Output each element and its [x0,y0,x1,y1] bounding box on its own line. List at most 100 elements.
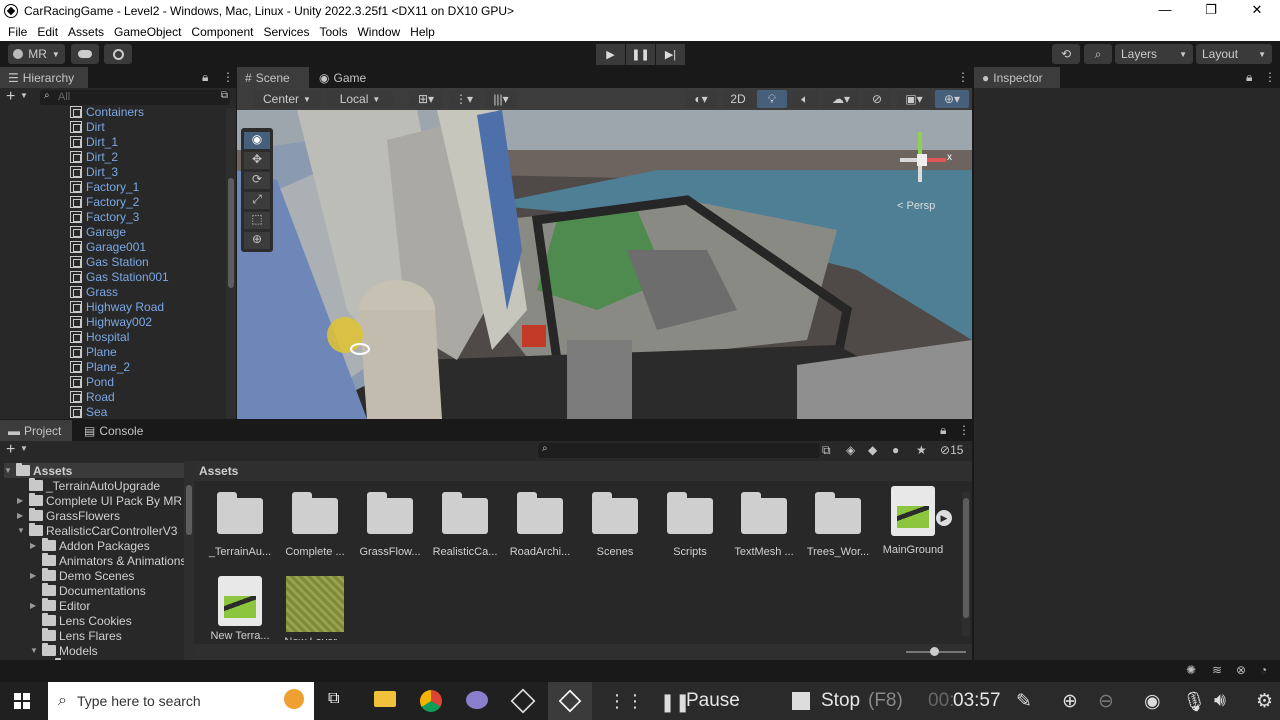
ruler-button[interactable]: |||▾ [485,90,517,108]
asset-item[interactable]: New Layer... [280,576,350,640]
asset-item[interactable]: Scenes [580,492,650,558]
settings-icon[interactable]: ⚙ [1256,690,1273,713]
kebab-menu-icon[interactable]: ⋮ [957,70,969,84]
toggle-2d-button[interactable]: 2D [723,90,753,108]
hierarchy-item[interactable]: Containers [70,104,144,119]
folder-tree-item[interactable]: ▶ Demo Scenes [30,568,134,583]
expand-arrow-icon[interactable]: ▼ [30,646,40,655]
taskbar-search-input[interactable]: ⌕ Type here to search [48,682,314,720]
expand-arrow-icon[interactable]: ▶ [30,571,40,580]
tab-project[interactable]: ▬ Project [0,420,72,441]
chevron-down-icon[interactable]: ▼ [20,444,28,453]
collab-button[interactable] [104,44,132,64]
paint-icon[interactable] [466,691,488,709]
hidden-packages-toggle[interactable]: ⊘15 [940,443,963,457]
breadcrumb-assets[interactable]: Assets [199,464,238,478]
kebab-menu-icon[interactable]: ⋮ [222,70,234,84]
audio-toggle[interactable]: 🔈︎ [791,90,819,108]
minimize-button[interactable]: — [1142,0,1188,22]
lock-icon[interactable]: 🔒︎ [1246,70,1252,85]
folder-tree-item[interactable]: Documentations [30,583,146,598]
zoom-slider-handle[interactable] [930,647,939,656]
restore-button[interactable]: ❐ [1188,0,1234,22]
layers-dropdown[interactable]: Layers ▼ [1115,44,1193,64]
folder-tree-item[interactable]: Lens Cookies [30,613,132,628]
stop-label[interactable]: Stop [821,690,860,712]
tab-scene[interactable]: # Scene [237,67,309,88]
label-icon[interactable]: ◆ [868,443,877,457]
kebab-menu-icon[interactable]: ⋮ [1264,70,1276,84]
tab-game[interactable]: ◉ Game [311,67,377,88]
rotate-tool-button[interactable]: ⟳ [244,172,270,189]
chevron-down-icon[interactable]: ▼ [20,91,28,100]
hierarchy-item[interactable]: Garage001 [70,239,146,254]
hierarchy-item[interactable]: Plane [70,344,117,359]
visibility-toggle[interactable]: ⊘ [863,90,891,108]
hierarchy-search-input[interactable]: ⌕ All ⧉ [40,90,230,105]
hierarchy-scrollbar[interactable] [226,108,236,419]
hierarchy-item[interactable]: Hospital [70,329,129,344]
hierarchy-item[interactable]: Factory_1 [70,179,139,194]
menu-assets[interactable]: Assets [63,25,109,39]
lighting-toggle[interactable]: 💡︎ [757,90,787,108]
expand-arrow-icon[interactable]: ▶ [30,601,40,610]
tab-console[interactable]: ▤ Console [76,420,152,441]
hierarchy-item[interactable]: Highway Road [70,299,164,314]
projection-label[interactable]: < Persp [897,200,935,212]
project-search-input[interactable]: ⌕ [538,443,820,458]
view-tool-button[interactable]: ◉ [244,132,270,149]
add-icon[interactable]: + [6,441,15,459]
folder-tree-item[interactable]: ▼ Assets [4,463,184,478]
debug-icon[interactable]: ✺ [1186,663,1196,677]
folder-tree-item[interactable]: ▶ Complete UI Pack By MR [17,493,182,508]
pivot-dropdown[interactable]: Center ▼ [253,90,321,108]
grid-snap-button[interactable]: ⊞▾ [409,90,443,108]
stop-icon[interactable] [792,692,810,710]
move-tool-button[interactable]: ✥ [244,152,270,169]
cloud-button[interactable] [71,44,99,64]
chrome-icon[interactable] [420,690,442,712]
space-dropdown[interactable]: Local ▼ [327,90,393,108]
asset-item[interactable]: Scripts [655,492,725,558]
unity-editor-taskbar-button[interactable] [548,682,592,720]
hierarchy-item[interactable]: Factory_3 [70,209,139,224]
zoom-out-icon[interactable]: ⊖ [1098,690,1114,713]
search-filter-icon[interactable]: ⧉ [221,90,228,101]
menu-edit[interactable]: Edit [32,25,63,39]
asset-item[interactable]: GrassFlow... [355,492,425,558]
hierarchy-item[interactable]: Gas Station001 [70,269,169,284]
menu-gameobject[interactable]: GameObject [109,25,186,39]
menu-window[interactable]: Window [352,25,405,39]
folder-tree-item[interactable]: Animators & Animations [30,553,186,568]
kebab-menu-icon[interactable]: ⋮ [958,423,970,437]
asset-item[interactable]: New Terra... [205,576,275,640]
asset-item[interactable]: Complete ... [280,492,350,558]
pencil-icon[interactable]: ✎ [1016,690,1032,713]
drag-handle-icon[interactable]: ⋮⋮ [608,691,644,712]
asset-scrollbar[interactable] [962,492,970,636]
history-button[interactable]: ⟲ [1052,44,1080,64]
menu-file[interactable]: File [3,25,32,39]
hierarchy-item[interactable]: Highway002 [70,314,152,329]
menu-tools[interactable]: Tools [314,25,352,39]
search-button[interactable]: ⌕ [1084,44,1112,64]
windows-start-icon[interactable] [14,693,30,709]
asset-item[interactable]: Trees_Wor... [803,492,873,558]
folder-tree-item[interactable]: _TerrainAutoUpgrade [17,478,160,493]
layers-stack-icon[interactable]: ≋ [1212,663,1222,677]
asset-item[interactable]: RoadArchi... [505,492,575,558]
unity-hub-icon[interactable] [510,688,536,714]
filter-type-icon[interactable]: ◈ [846,443,855,457]
zoom-in-icon[interactable]: ⊕ [1062,690,1078,713]
close-button[interactable]: ✕ [1234,0,1280,22]
effects-dropdown[interactable]: ☁▾ [823,90,859,108]
hierarchy-item[interactable]: Garage [70,224,126,239]
file-explorer-icon[interactable] [374,691,396,707]
lock-icon[interactable]: 🔒︎ [940,423,946,438]
webcam-icon[interactable]: ◉ [1144,690,1161,713]
expand-arrow-icon[interactable]: ▼ [17,526,27,535]
folder-tree-item[interactable]: Lens Flares [30,628,122,643]
hierarchy-item[interactable]: Factory_2 [70,194,139,209]
scene-viewport[interactable]: ◉ ✥ ⟳ ⤢ ⬚ ⊕ x < Persp [237,110,972,419]
microphone-icon[interactable]: 🎙︎ [1182,690,1206,714]
